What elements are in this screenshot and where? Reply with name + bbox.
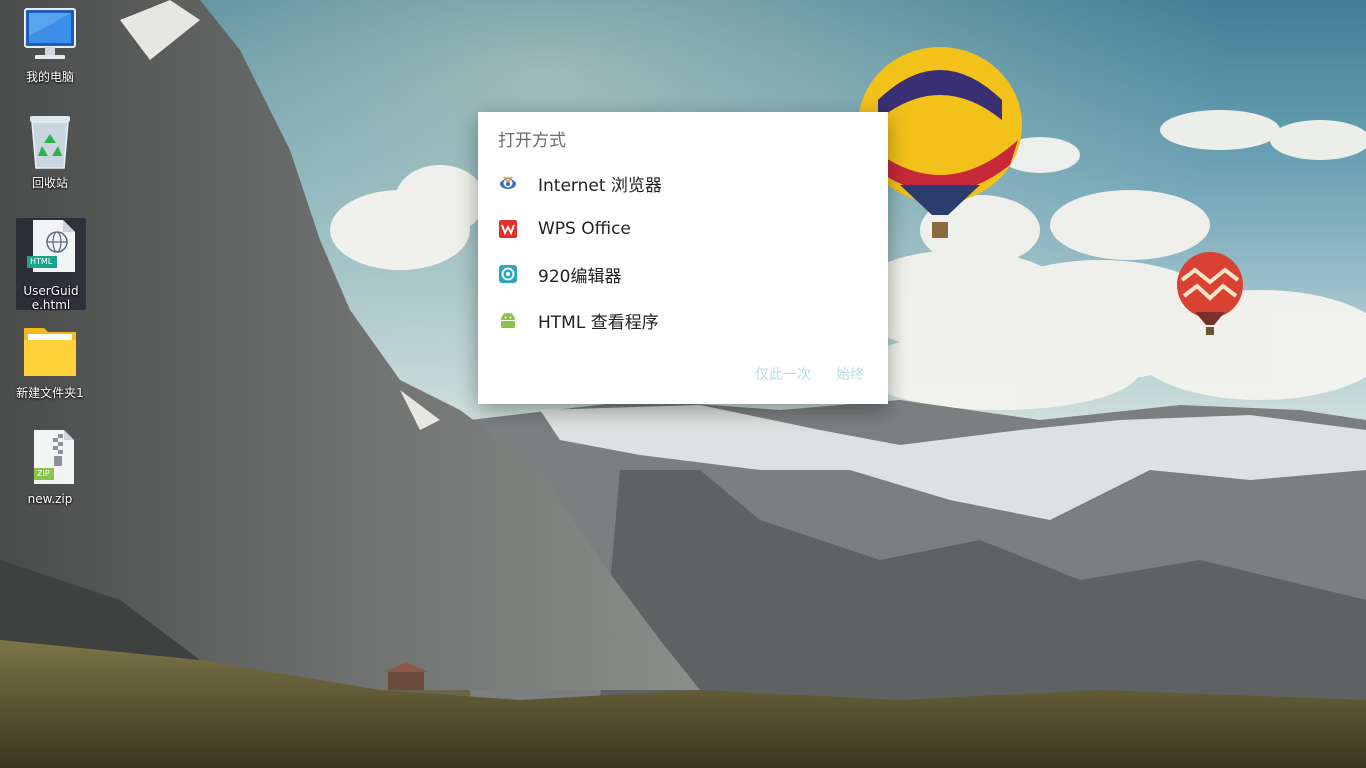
desktop-icon-my-computer[interactable]: 我的电脑 [10, 6, 90, 84]
app-option-html-viewer[interactable]: HTML 查看程序 [478, 298, 888, 342]
folder-icon [20, 322, 80, 382]
app-option-wps-office[interactable]: WPS Office [478, 207, 888, 251]
desktop-icon-recycle-bin[interactable]: 回收站 [10, 112, 90, 190]
desktop-icon-new-zip[interactable]: ZIP new.zip [10, 428, 90, 506]
zip-badge: ZIP [37, 469, 50, 478]
desktop-icon-label: 回收站 [31, 176, 68, 190]
zip-file-icon: ZIP [20, 428, 80, 488]
app-name: 920编辑器 [538, 266, 622, 287]
open-with-dialog: 打开方式 Internet 浏览器 WPS Office 920编辑器 HTML… [478, 112, 888, 404]
desktop-icon-label: new.zip [27, 492, 73, 506]
920-editor-icon [498, 264, 518, 284]
internet-browser-icon [498, 173, 518, 193]
desktop-icon-new-folder[interactable]: 新建文件夹1 [10, 322, 90, 400]
app-option-920-editor[interactable]: 920编辑器 [478, 252, 888, 296]
android-icon [498, 310, 518, 330]
desktop-icon-label: 新建文件夹1 [16, 386, 84, 400]
wps-office-icon [498, 219, 518, 239]
recycle-bin-icon [20, 112, 80, 172]
html-file-icon: HTML [21, 218, 81, 278]
desktop-icon-label: UserGuide.html [23, 284, 79, 312]
dialog-title: 打开方式 [498, 131, 566, 151]
app-name: Internet 浏览器 [538, 175, 662, 196]
always-button[interactable]: 始终 [836, 364, 864, 384]
desktop-icon-label: 我的电脑 [25, 70, 74, 84]
html-badge: HTML [30, 257, 53, 266]
just-once-button[interactable]: 仅此一次 [755, 364, 811, 384]
app-name: WPS Office [538, 219, 631, 239]
desktop-icon-userguide-html[interactable]: HTML UserGuide.html [16, 218, 86, 312]
app-option-internet-browser[interactable]: Internet 浏览器 [478, 161, 888, 205]
app-name: HTML 查看程序 [538, 312, 659, 333]
computer-icon [20, 6, 80, 66]
